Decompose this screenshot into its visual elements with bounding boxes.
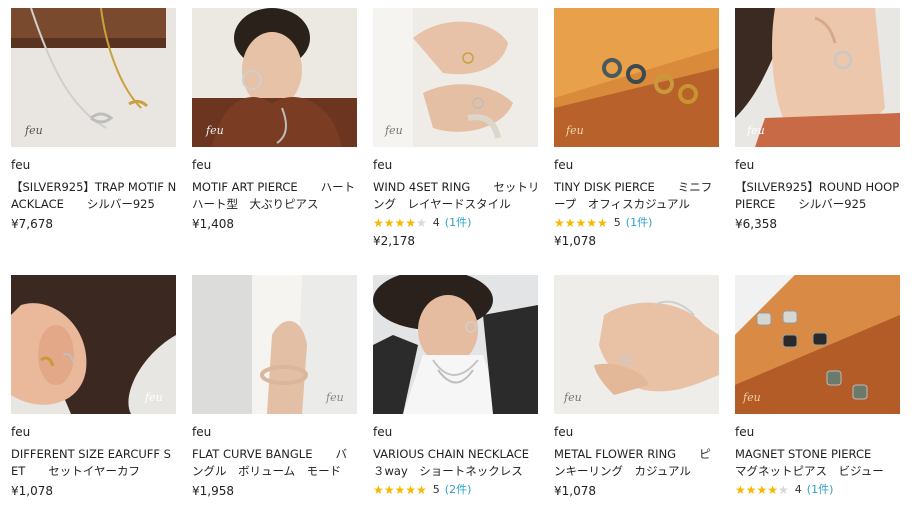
shop-name[interactable]: feu [554,425,721,439]
watermark: feu [205,124,224,137]
product-title[interactable]: 【SILVER925】ROUND HOOP PIERCE シルバー925 [735,179,902,213]
product-card[interactable]: feu feu DIFFERENT SIZE EARCUFF SET セットイヤ… [11,275,178,498]
rating-stars: ★★★★★ [373,216,427,230]
ear-hoop-photo: feu [735,8,900,147]
watermark: feu [565,124,584,137]
product-image[interactable]: feu [11,8,176,147]
product-price: ¥6,358 [735,217,777,231]
product-image[interactable]: feu [11,275,176,414]
review-count-link[interactable]: (1件) [807,483,834,497]
ear-cuff-photo: feu [11,275,176,414]
product-price: ¥1,078 [554,484,596,498]
rating-value: 4 [794,483,802,496]
tiny-hoops-on-wood-photo: feu [554,8,719,147]
bangle-wrist-photo: feu [192,275,357,414]
rating-stars: ★★★★★ [373,483,427,497]
rating-value: 5 [432,483,440,496]
product-image[interactable]: feu [373,8,538,147]
watermark: feu [563,391,582,404]
review-count-link[interactable]: (2件) [445,483,472,497]
review-count-link[interactable]: (1件) [626,216,653,230]
product-title[interactable]: WIND 4SET RING セットリング レイヤードスタイル [373,179,540,213]
rating-value: 4 [432,216,440,229]
product-card[interactable]: feu feu 【SILVER925】TRAP MOTIF NACKLACE シ… [11,8,178,231]
stone-earrings-on-wood-photo: feu [735,275,900,414]
product-image[interactable]: feu [192,8,357,147]
watermark: feu [742,391,761,404]
product-card[interactable]: feu feu METAL FLOWER RING ピンキーリング カジュアル … [554,275,721,498]
rating-stars: ★★★★★ [735,483,789,497]
product-card[interactable]: feu feu MOTIF ART PIERCE ハート ハート型 大ぶりピアス… [192,8,359,231]
rating-value: 5 [613,216,621,229]
product-card[interactable]: feu feu FLAT CURVE BANGLE バングル ボリューム モード… [192,275,359,498]
product-image[interactable]: feu [735,275,900,414]
product-price: ¥7,678 [11,217,53,231]
product-image[interactable]: feu [192,275,357,414]
rating: ★★★★★ 4 (1件) [735,483,902,497]
product-title[interactable]: MAGNET STONE PIERCE マグネットピアス ビジュー [735,446,902,480]
shop-name[interactable]: feu [373,158,540,172]
product-title[interactable]: MOTIF ART PIERCE ハート ハート型 大ぶりピアス [192,179,359,213]
product-card[interactable]: feu feu 【SILVER925】ROUND HOOP PIERCE シルバ… [735,8,902,231]
shop-name[interactable]: feu [11,425,178,439]
review-count-link[interactable]: (1件) [445,216,472,230]
watermark: feu [24,124,43,137]
hands-rings-photo: feu [373,8,538,147]
watermark: feu [144,391,163,404]
watermark: feu [384,124,403,137]
product-grid: feu feu 【SILVER925】TRAP MOTIF NACKLACE シ… [0,0,918,512]
product-price: ¥1,078 [554,234,596,248]
model-chain-necklace-photo [373,275,538,414]
watermark: feu [325,391,344,404]
model-hoop-earring-photo: feu [192,8,357,147]
product-image[interactable]: feu [735,8,900,147]
product-title[interactable]: 【SILVER925】TRAP MOTIF NACKLACE シルバー925 [11,179,178,213]
product-price: ¥1,078 [11,484,53,498]
rating-stars: ★★★★★ [554,216,608,230]
shop-name[interactable]: feu [735,158,902,172]
necklace-on-wood-photo: feu [11,8,176,147]
rating: ★★★★★ 5 (1件) [554,216,721,230]
rating: ★★★★★ 5 (2件) [373,483,540,497]
product-card[interactable]: feu feu WIND 4SET RING セットリング レイヤードスタイル … [373,8,540,248]
product-card[interactable]: feu feu TINY DISK PIERCE ミニフープ オフィスカジュアル… [554,8,721,248]
hand-flower-ring-photo: feu [554,275,719,414]
product-title[interactable]: METAL FLOWER RING ピンキーリング カジュアル [554,446,721,480]
product-card[interactable]: feu VARIOUS CHAIN NECKLACE ３way ショートネックレ… [373,275,540,497]
product-title[interactable]: VARIOUS CHAIN NECKLACE ３way ショートネックレス [373,446,540,480]
product-card[interactable]: feu feu MAGNET STONE PIERCE マグネットピアス ビジュ… [735,275,902,497]
watermark: feu [746,124,765,137]
product-image[interactable]: feu [554,275,719,414]
shop-name[interactable]: feu [554,158,721,172]
product-image[interactable] [373,275,538,414]
product-price: ¥1,408 [192,217,234,231]
product-image[interactable]: feu [554,8,719,147]
product-title[interactable]: DIFFERENT SIZE EARCUFF SET セットイヤーカフ [11,446,178,480]
product-price: ¥1,958 [192,484,234,498]
shop-name[interactable]: feu [735,425,902,439]
product-price: ¥2,178 [373,234,415,248]
shop-name[interactable]: feu [192,425,359,439]
shop-name[interactable]: feu [373,425,540,439]
product-title[interactable]: FLAT CURVE BANGLE バングル ボリューム モード [192,446,359,480]
product-title[interactable]: TINY DISK PIERCE ミニフープ オフィスカジュアル [554,179,721,213]
shop-name[interactable]: feu [192,158,359,172]
shop-name[interactable]: feu [11,158,178,172]
rating: ★★★★★ 4 (1件) [373,216,540,230]
